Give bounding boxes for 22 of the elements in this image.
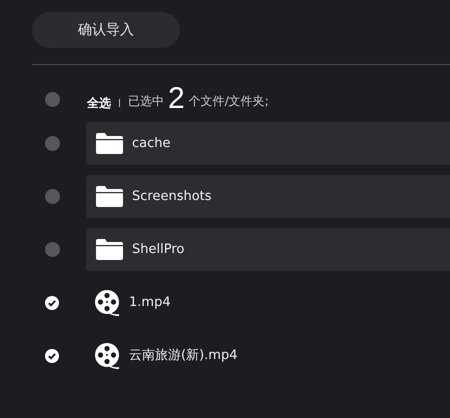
- file-name: cache: [132, 134, 170, 153]
- selected-count: 2: [168, 84, 185, 114]
- confirm-import-button[interactable]: 确认导入: [32, 12, 180, 48]
- selection-prefix: 已选中: [128, 93, 164, 110]
- file-name: ShellPro: [132, 240, 184, 259]
- checked-circle-icon[interactable]: [45, 348, 59, 362]
- file-name: 1.mp4: [129, 294, 171, 312]
- file-name: Screenshots: [132, 188, 212, 206]
- folder-row[interactable]: cache: [86, 122, 450, 165]
- folder-row[interactable]: ShellPro: [86, 228, 450, 271]
- file-name: 云南旅游(新).mp4: [129, 346, 238, 365]
- film-reel-icon: [95, 290, 120, 316]
- folder-icon: [96, 133, 123, 154]
- select-all-label[interactable]: 全选: [87, 94, 111, 112]
- checked-circle-icon[interactable]: [45, 296, 59, 310]
- selection-suffix: 个文件/文件夹;: [188, 93, 269, 110]
- folder-icon: [96, 239, 123, 260]
- folder-row[interactable]: Screenshots: [86, 175, 450, 218]
- film-reel-icon: [95, 342, 120, 368]
- folder-icon: [96, 186, 123, 207]
- file-row[interactable]: 云南旅游(新).mp4: [85, 334, 450, 377]
- file-row[interactable]: 1.mp4: [85, 281, 450, 324]
